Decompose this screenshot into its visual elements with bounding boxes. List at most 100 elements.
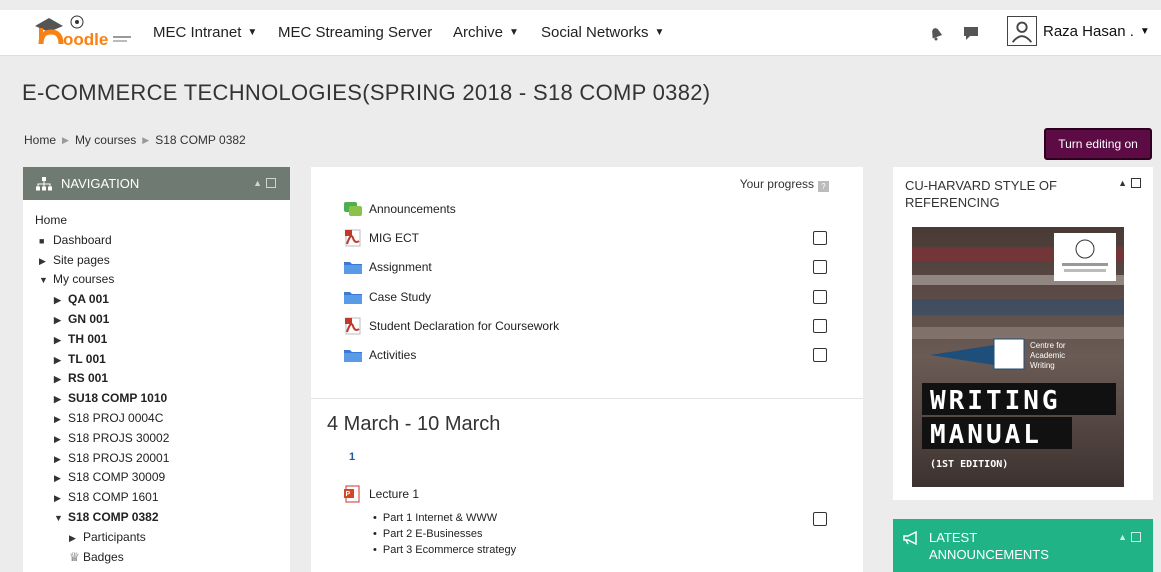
activity-lecture-1[interactable]: P Lecture 1 <box>343 485 419 503</box>
block-controls: ▲ <box>253 178 276 188</box>
nav-tree-item[interactable]: ▶ S18 PROJ 0004C <box>54 411 163 425</box>
nav-tree-label[interactable]: S18 PROJS 30002 <box>68 431 169 445</box>
nav-tree-item[interactable]: ▶ QA 001 <box>54 292 109 306</box>
activity-label[interactable]: Lecture 1 <box>369 487 419 501</box>
expand-arrow-icon: ▶ <box>54 453 61 464</box>
book-title-writing: WRITING <box>930 386 1061 416</box>
activity-label[interactable]: Announcements <box>369 202 456 216</box>
svg-text:oodle: oodle <box>63 30 108 49</box>
nav-mec-intranet[interactable]: MEC Intranet ▼ <box>153 24 257 41</box>
nav-tree-item[interactable]: ▼ S18 COMP 0382 <box>54 510 159 524</box>
breadcrumb-my-courses[interactable]: My courses <box>75 133 136 147</box>
expand-arrow-icon: ▶ <box>54 414 61 424</box>
user-menu[interactable]: Raza Hasan . ▼ <box>1043 23 1150 40</box>
moodle-logo[interactable]: oodle <box>33 14 135 50</box>
help-icon[interactable]: ? <box>818 181 829 192</box>
nav-tree-label[interactable]: Participants <box>83 530 146 544</box>
expand-arrow-icon: ▶ <box>54 493 61 504</box>
chevron-down-icon: ▼ <box>1139 26 1150 37</box>
nav-tree-label[interactable]: RS 001 <box>68 371 108 385</box>
nav-tree-item[interactable]: ▼ My courses <box>39 272 114 286</box>
activity-label[interactable]: Assignment <box>369 260 432 274</box>
completion-checkbox[interactable] <box>813 231 827 246</box>
nav-tree-item[interactable]: ▶ S18 PROJS 30002 <box>54 431 169 445</box>
completion-checkbox[interactable] <box>813 289 827 304</box>
activity-item[interactable]: Case Study <box>343 288 431 306</box>
block-controls: ▲ <box>1118 532 1141 542</box>
collapse-icon[interactable]: ▲ <box>253 178 262 188</box>
nav-mec-streaming-server[interactable]: MEC Streaming Server <box>278 24 432 41</box>
nav-tree-label[interactable]: S18 COMP 30009 <box>68 470 165 484</box>
nav-tree-item[interactable]: ▶ SU18 COMP 1010 <box>54 391 167 405</box>
nav-tree-label[interactable]: My courses <box>53 272 114 286</box>
nav-tree-label[interactable]: S18 PROJ 0004C <box>68 411 163 425</box>
nav-tree-item[interactable]: ♕ Badges <box>69 550 124 564</box>
nav-tree-label[interactable]: Site pages <box>53 253 110 267</box>
powerpoint-icon: P <box>344 485 360 503</box>
forum-icon <box>344 202 362 216</box>
messages-icon[interactable] <box>962 24 980 42</box>
nav-tree-item[interactable]: Home <box>35 213 67 227</box>
block-controls: ▲ <box>1118 178 1141 188</box>
activity-label[interactable]: Activities <box>369 348 416 362</box>
nav-tree-label[interactable]: S18 PROJS 20001 <box>68 451 169 465</box>
nav-tree-label[interactable]: TL 001 <box>68 352 106 366</box>
completion-checkbox[interactable] <box>813 260 827 275</box>
user-avatar-icon[interactable] <box>1007 16 1037 46</box>
nav-social-networks[interactable]: Social Networks ▼ <box>541 24 664 41</box>
nav-archive[interactable]: Archive ▼ <box>453 24 519 41</box>
dock-icon[interactable] <box>266 178 276 188</box>
activity-label[interactable]: MIG ECT <box>369 231 419 245</box>
section-number: 1 <box>349 451 356 463</box>
activity-item[interactable]: Activities <box>343 346 416 364</box>
section-title: 4 March - 10 March <box>327 413 501 435</box>
activity-item[interactable]: MIG ECT <box>343 229 419 247</box>
nav-tree-item[interactable]: ▶ S18 COMP 1601 <box>54 490 159 504</box>
turn-editing-on-button[interactable]: Turn editing on <box>1044 128 1152 160</box>
nav-tree-item[interactable]: ▶ GN 001 <box>54 312 109 326</box>
activity-item[interactable]: Student Declaration for Coursework <box>343 317 559 335</box>
nav-tree-label[interactable]: Dashboard <box>53 233 112 247</box>
breadcrumb-separator-icon: ▶ <box>62 135 69 145</box>
nav-tree-item[interactable]: ▶ Participants <box>69 530 146 544</box>
nav-tree-item[interactable]: ■ Dashboard <box>39 233 112 247</box>
nav-tree-label[interactable]: Badges <box>83 550 124 564</box>
breadcrumb-home[interactable]: Home <box>24 133 56 147</box>
navigation-block-header: NAVIGATION ▲ <box>23 167 290 200</box>
breadcrumb-course[interactable]: S18 COMP 0382 <box>155 133 246 147</box>
nav-tree-label[interactable]: Home <box>35 213 67 227</box>
activity-item[interactable]: Announcements <box>343 200 456 218</box>
nav-tree-item[interactable]: ▶ TL 001 <box>54 352 106 366</box>
collapse-icon[interactable]: ▲ <box>1118 532 1127 542</box>
notifications-bell-icon[interactable] <box>927 24 945 42</box>
nav-tree-item[interactable]: ▶ RS 001 <box>54 371 108 385</box>
completion-checkbox[interactable] <box>813 348 827 362</box>
dock-icon[interactable] <box>1131 532 1141 542</box>
completion-checkbox[interactable] <box>813 512 827 526</box>
collapse-arrow-icon: ▼ <box>39 275 48 286</box>
dock-icon[interactable] <box>1131 178 1141 188</box>
nav-tree-label[interactable]: GN 001 <box>68 312 109 326</box>
nav-tree-item[interactable]: ▶ S18 PROJS 20001 <box>54 451 169 465</box>
nav-tree-label[interactable]: S18 COMP 0382 <box>68 510 159 524</box>
trophy-icon: ♕ <box>69 549 80 564</box>
activity-label[interactable]: Case Study <box>369 290 431 304</box>
nav-tree-label[interactable]: S18 COMP 1601 <box>68 490 159 504</box>
activity-item[interactable]: Assignment <box>343 258 432 276</box>
activity-label[interactable]: Student Declaration for Coursework <box>369 319 559 333</box>
top-navbar: oodle MEC Intranet ▼ MEC Streaming Server… <box>0 10 1161 56</box>
nav-tree-item[interactable]: ▶ Site pages <box>39 253 110 267</box>
nav-tree-item[interactable]: ▶ S18 COMP 30009 <box>54 470 165 484</box>
collapse-icon[interactable]: ▲ <box>1118 178 1127 188</box>
nav-tree-item[interactable]: ▶ TH 001 <box>54 332 107 346</box>
completion-checkbox[interactable] <box>813 318 827 333</box>
navigation-block-title: NAVIGATION <box>61 176 140 191</box>
expand-arrow-icon: ▶ <box>54 433 61 444</box>
writing-manual-cover-image[interactable]: Centre for Academic Writing WRITING MANU… <box>912 227 1124 487</box>
breadcrumb-separator-icon: ▶ <box>142 135 150 145</box>
nav-tree-label[interactable]: SU18 COMP 1010 <box>68 391 167 405</box>
chevron-down-icon: ▼ <box>509 27 519 38</box>
latest-announcements-block: LATEST ANNOUNCEMENTS ▲ <box>893 519 1153 572</box>
nav-tree-label[interactable]: QA 001 <box>68 292 109 306</box>
nav-tree-label[interactable]: TH 001 <box>68 332 107 346</box>
